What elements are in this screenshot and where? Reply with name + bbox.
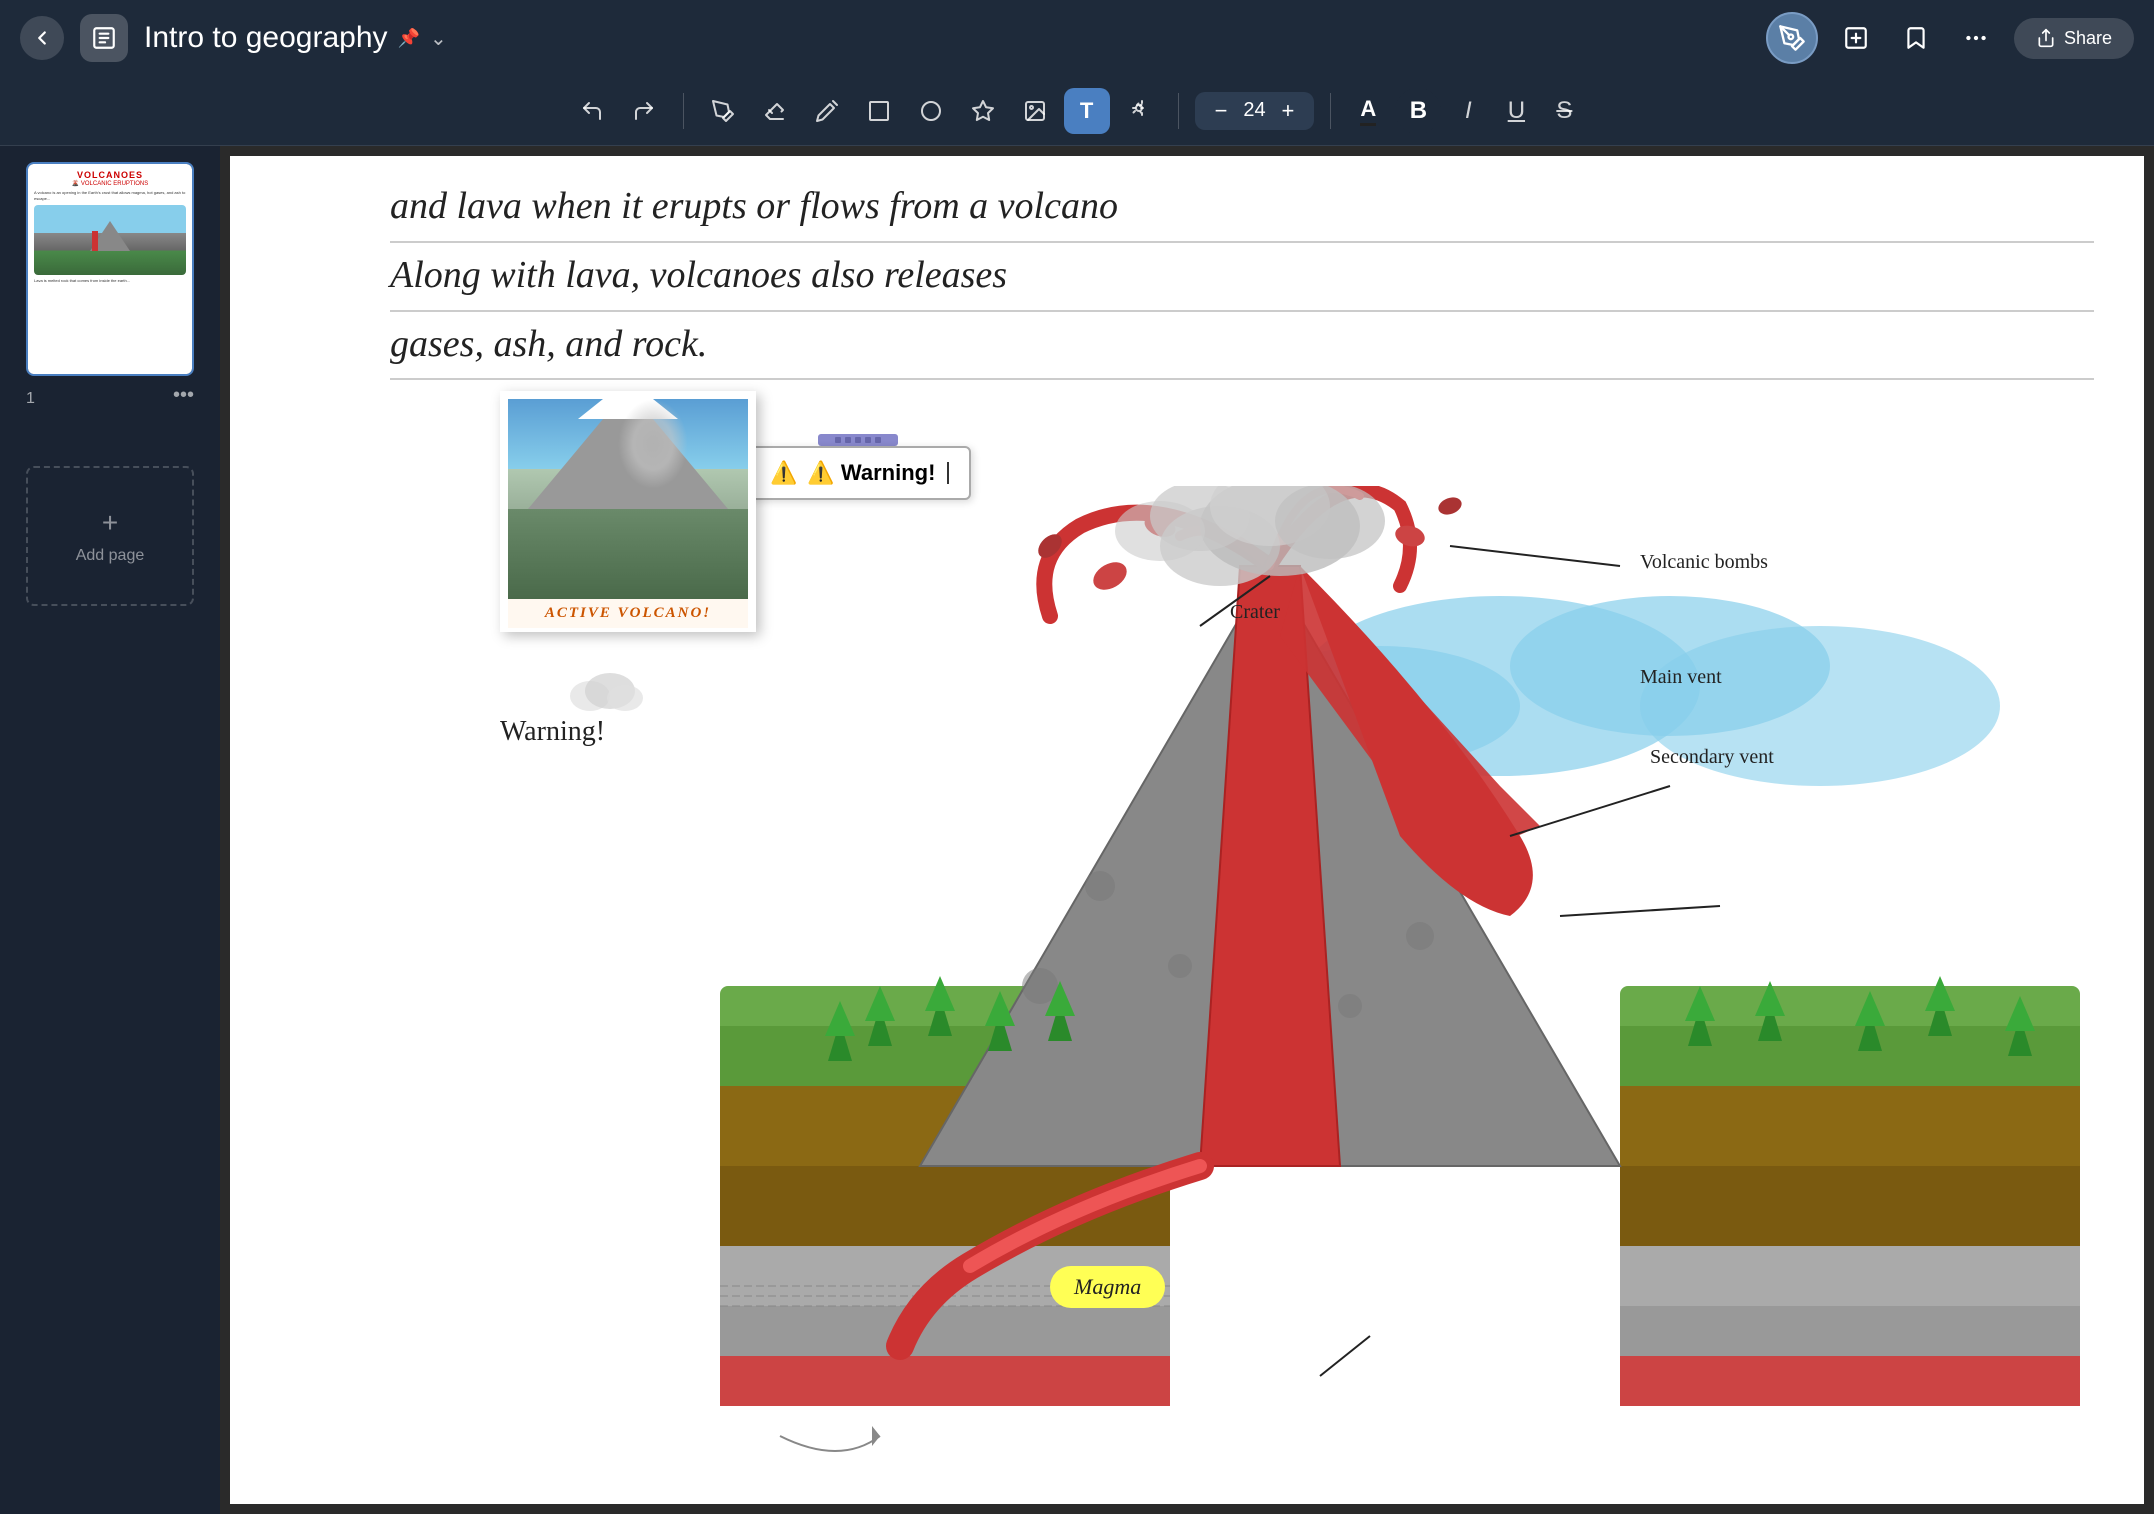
underline-icon: U	[1508, 97, 1525, 125]
handwritten-line1: and lava when it erupts or flows from a …	[390, 176, 2094, 243]
steam-cloud	[560, 656, 650, 721]
main-canvas: and lava when it erupts or flows from a …	[220, 146, 2154, 1514]
toolbar: T − 24 + A B I U S	[0, 76, 2154, 146]
header-left: Intro to geography 📌 ⌄	[20, 14, 447, 62]
warning-handle	[818, 434, 898, 446]
pencil-button[interactable]	[804, 88, 850, 134]
magma-label: Magma	[1050, 1266, 1165, 1308]
font-size-control: − 24 +	[1195, 92, 1315, 130]
text-color-icon: A	[1360, 96, 1376, 126]
cursor-blink	[947, 462, 949, 484]
eraser-button[interactable]	[752, 88, 798, 134]
lasso-button[interactable]	[908, 88, 954, 134]
text-icon: T	[1080, 98, 1093, 124]
sidebar: VOLCANOES 🌋 VOLCANIC ERUPTIONS A volcano…	[0, 146, 220, 1514]
strikethrough-icon: S	[1556, 97, 1572, 125]
image-button[interactable]	[1012, 88, 1058, 134]
page-1-thumbnail[interactable]: VOLCANOES 🌋 VOLCANIC ERUPTIONS A volcano…	[26, 162, 194, 376]
share-button[interactable]: Share	[2014, 18, 2134, 59]
text-color-button[interactable]: A	[1347, 90, 1389, 132]
size-increase-button[interactable]: +	[1274, 98, 1303, 124]
undo-button[interactable]	[569, 88, 615, 134]
header-right: Share	[1766, 12, 2134, 64]
text-button[interactable]: T	[1064, 88, 1110, 134]
add-page-label: Add page	[76, 547, 145, 565]
volcanic-bombs-label: Volcanic bombs	[1640, 551, 1768, 574]
divider-1	[683, 93, 684, 129]
warning-emoji: ⚠️	[770, 460, 797, 486]
font-size-value: 24	[1240, 99, 1270, 122]
bold-button[interactable]: B	[1395, 88, 1441, 134]
back-button[interactable]	[20, 16, 64, 60]
more-button[interactable]	[1954, 16, 1998, 60]
italic-icon: I	[1465, 97, 1472, 125]
add-button[interactable]	[1834, 16, 1878, 60]
strikethrough-button[interactable]: S	[1543, 90, 1585, 132]
pen-button[interactable]	[700, 88, 746, 134]
handwritten-line3: gases, ash, and rock.	[390, 314, 2094, 381]
main-vent-label: Main vent	[1640, 666, 1722, 689]
divider-2	[1178, 93, 1179, 129]
page-number: 1	[26, 390, 35, 408]
volcano-diagram	[720, 486, 2080, 1514]
header: Intro to geography 📌 ⌄ Share	[0, 0, 2154, 76]
underline-button[interactable]: U	[1495, 90, 1537, 132]
page-more-button[interactable]: •••	[173, 384, 194, 407]
warning-label: Warning!	[500, 716, 605, 748]
pin-icon: 📌	[398, 28, 420, 49]
handwritten-line2: Along with lava, volcanoes also releases	[390, 245, 2094, 312]
doc-icon-button[interactable]	[80, 14, 128, 62]
chevron-down-icon[interactable]: ⌄	[430, 26, 447, 51]
magic-button[interactable]	[1116, 88, 1162, 134]
avatar[interactable]	[1766, 12, 1818, 64]
redo-button[interactable]	[621, 88, 667, 134]
size-decrease-button[interactable]: −	[1207, 98, 1236, 124]
drawing-tools: T	[700, 88, 1162, 134]
photo-image	[508, 399, 748, 599]
format-tools: A B I U S	[1347, 88, 1585, 134]
divider-3	[1330, 93, 1331, 129]
add-page-button[interactable]: + Add page	[26, 466, 194, 606]
canvas-content: and lava when it erupts or flows from a …	[230, 156, 2144, 1504]
photo-caption: ACTIVE VOLCANO!	[508, 599, 748, 628]
add-page-plus-icon: +	[102, 507, 118, 539]
history-tools	[569, 88, 667, 134]
italic-button[interactable]: I	[1447, 90, 1489, 132]
crater-label: Crater	[1230, 601, 1280, 624]
bold-icon: B	[1410, 97, 1427, 125]
volcano-photo: ACTIVE VOLCANO!	[500, 391, 756, 632]
title-text: Intro to geography	[144, 21, 388, 55]
select-rect-button[interactable]	[856, 88, 902, 134]
warning-text: ⚠️ Warning!	[807, 460, 935, 486]
share-label: Share	[2064, 28, 2112, 49]
document-title: Intro to geography 📌 ⌄	[144, 21, 447, 55]
secondary-vent-label: Secondary vent	[1650, 746, 1774, 769]
bookmark-button[interactable]	[1894, 16, 1938, 60]
handwritten-text: and lava when it erupts or flows from a …	[390, 176, 2094, 380]
star-button[interactable]	[960, 88, 1006, 134]
